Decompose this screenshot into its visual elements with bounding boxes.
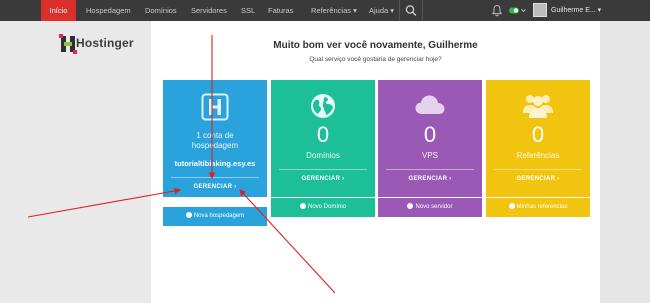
plus-icon <box>299 202 306 209</box>
bell-icon[interactable] <box>491 4 503 17</box>
referrals-manage-button[interactable]: GERENCIAR › <box>486 176 590 182</box>
my-referrals-button[interactable]: Minhas referencias <box>486 198 590 217</box>
nav-divider <box>422 0 423 21</box>
new-hosting-label: Nova hospedagem <box>193 213 245 219</box>
new-hosting-button[interactable]: Nova hospedagem <box>163 207 267 226</box>
nav-item-ssl[interactable]: SSL <box>241 0 255 21</box>
vps-count: 0 <box>423 122 437 147</box>
sidebar <box>0 21 151 303</box>
hosting-card[interactable]: 1 conta de hospedagem tutorialtibiaking.… <box>163 80 267 197</box>
vps-manage-button[interactable]: GERENCIAR › <box>378 176 482 182</box>
vps-label: VPS <box>421 151 438 160</box>
brand-name: Hostinger <box>76 36 134 50</box>
hosting-count-line1: 1 conta de <box>196 131 234 140</box>
card-divider <box>386 169 474 170</box>
page-subtitle: Qual serviço você gostaria de gerenciar … <box>309 56 442 63</box>
nav-item-referencias[interactable]: Referências ▾ <box>311 0 357 21</box>
page-title: Muito bom ver você novamente, Guilherme <box>273 40 478 51</box>
nav-item-faturas[interactable]: Faturas <box>268 0 293 21</box>
nav-item-inicio[interactable]: Início <box>41 0 76 21</box>
domains-card[interactable]: 0 Domínios GERENCIAR › <box>271 80 375 197</box>
page-background <box>600 21 650 303</box>
nav-divider <box>399 0 400 21</box>
hosting-domain[interactable]: tutorialtibiaking.esy.es <box>163 159 267 168</box>
nav-item-hospedagem[interactable]: Hospedagem <box>86 0 131 21</box>
new-domain-button[interactable]: Novo Domínio <box>271 198 375 217</box>
plus-icon <box>407 202 414 209</box>
domains-manage-button[interactable]: GERENCIAR › <box>271 176 375 182</box>
hosting-count-line2: hospedagem <box>191 141 239 150</box>
nav-item-ajuda[interactable]: Ajuda ▾ <box>369 0 394 21</box>
new-domain-label: Novo Domínio <box>307 204 346 210</box>
domains-label: Domínios <box>306 151 340 160</box>
nav-item-dominios[interactable]: Domínios <box>145 0 177 21</box>
people-icon <box>523 95 553 118</box>
plus-icon <box>185 211 192 218</box>
new-server-button[interactable]: Novo servidor <box>378 198 482 217</box>
card-divider <box>494 169 582 170</box>
nav-item-servidores[interactable]: Servidores <box>191 0 227 21</box>
card-divider <box>279 169 367 170</box>
search-icon[interactable] <box>401 0 421 21</box>
card-divider <box>171 177 259 178</box>
status-toggle-icon[interactable] <box>509 7 527 14</box>
new-server-label: Novo servidor <box>415 204 453 210</box>
hosting-h-icon <box>201 93 229 121</box>
my-referrals-label: Minhas referencias <box>516 204 568 210</box>
referrals-card[interactable]: 0 Referências GERENCIAR › <box>486 80 590 197</box>
plus-icon <box>508 202 515 209</box>
user-menu[interactable]: Guilherme E... ▾ <box>551 0 601 21</box>
cloud-icon <box>415 95 445 114</box>
avatar[interactable] <box>533 3 547 17</box>
hosting-manage-button[interactable]: GERENCIAR › <box>163 184 267 190</box>
globe-icon <box>311 94 335 118</box>
vps-card[interactable]: 0 VPS GERENCIAR › <box>378 80 482 197</box>
referrals-label: Referências <box>516 151 560 160</box>
domains-count: 0 <box>316 122 330 147</box>
referrals-count: 0 <box>531 122 545 147</box>
